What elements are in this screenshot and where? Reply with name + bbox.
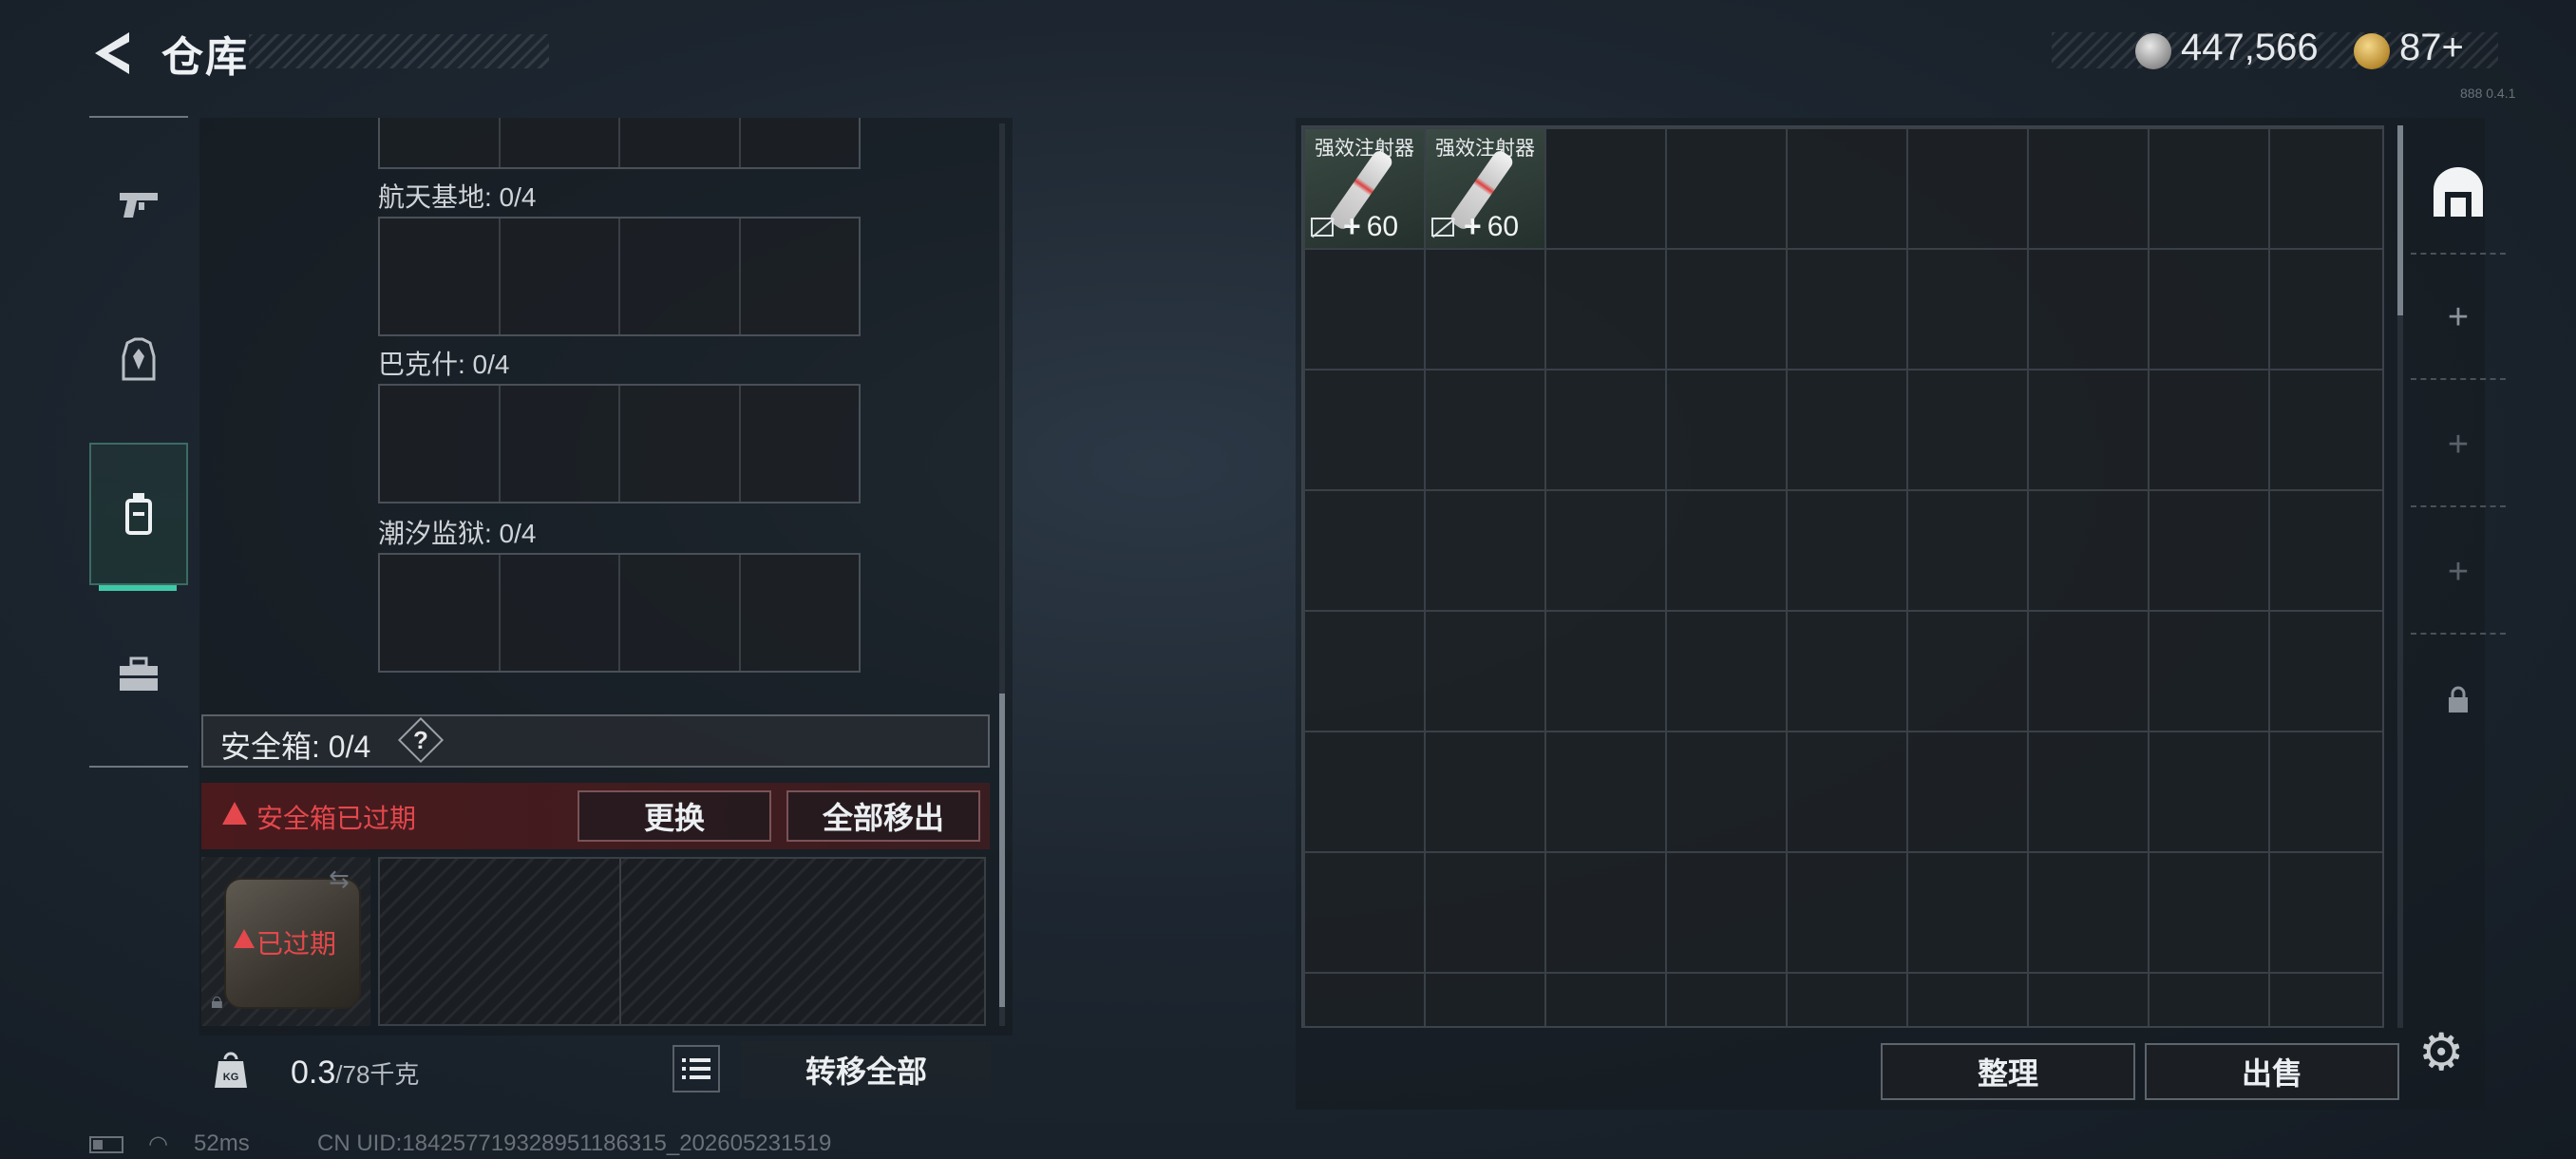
section-label-bakhsh: 巴克什: 0/4 — [378, 350, 510, 379]
safebox-grid[interactable] — [378, 857, 986, 1026]
nav-active-indicator — [99, 585, 177, 591]
inventory-item[interactable]: 强效注射器 + 60 — [1426, 129, 1544, 248]
heal-plus-icon: + — [1464, 209, 1482, 243]
warning-icon — [222, 802, 247, 825]
add-page-button[interactable]: + — [2411, 256, 2506, 380]
ping-text: 52ms — [194, 1130, 250, 1156]
armor-icon — [122, 337, 156, 381]
warehouse-tab[interactable] — [2411, 131, 2506, 255]
case-expired-text: 已过期 — [256, 929, 337, 959]
safebox-grid-divider — [619, 859, 621, 1024]
plus-icon: + — [2447, 296, 2470, 337]
back-button[interactable] — [87, 27, 141, 80]
replace-button[interactable]: 更换 — [578, 790, 771, 842]
svg-text:KG: KG — [223, 1072, 239, 1083]
silver-coin-icon — [2135, 33, 2171, 69]
no-container-icon — [1311, 217, 1334, 237]
weight-max: /78千克 — [335, 1060, 420, 1089]
list-icon — [682, 1058, 710, 1079]
locked-page-button[interactable] — [2411, 638, 2506, 762]
warehouse-icon — [2434, 167, 2483, 217]
title-decoration — [249, 34, 549, 68]
section-label-aerospace: 航天基地: 0/4 — [378, 182, 537, 212]
expired-warning-text: 安全箱已过期 — [256, 804, 417, 833]
uid-text: CN UID:184257719328951186315_20260523151… — [317, 1130, 832, 1156]
safebox-label: 安全箱: 0/4 — [220, 730, 371, 764]
item-value: 60 — [1366, 210, 1399, 242]
lock-icon: 🔒︎ — [211, 988, 223, 1014]
toolbox-icon — [120, 656, 158, 691]
transfer-all-button[interactable]: 转移全部 — [741, 1041, 992, 1098]
item-footer: + 60 — [1311, 209, 1398, 244]
back-arrow-icon — [95, 32, 129, 74]
add-page-button[interactable]: + — [2411, 511, 2506, 635]
storage-grid-prison[interactable] — [378, 553, 861, 673]
page-title: 仓库 — [161, 34, 249, 81]
weight-icon: KG — [203, 1039, 258, 1100]
inventory-item[interactable]: 强效注射器 + 60 — [1305, 129, 1424, 248]
nav-armor[interactable] — [89, 289, 188, 431]
storage-scrollbar-thumb[interactable] — [999, 694, 1005, 1007]
heal-plus-icon: + — [1343, 209, 1361, 243]
backpack-icon — [125, 493, 152, 535]
currency-secondary[interactable]: 87+ — [2399, 27, 2464, 69]
corner-tag: 888 0.4.1 — [2460, 86, 2516, 101]
gold-coin-icon — [2354, 33, 2390, 69]
gun-icon — [120, 193, 158, 218]
nav-backpack[interactable] — [89, 443, 188, 585]
storage-grid-partial — [378, 118, 861, 169]
wifi-icon: ◠ — [148, 1131, 168, 1157]
lock-icon — [2449, 686, 2468, 712]
storage-grid-aerospace[interactable] — [378, 217, 861, 336]
battery-level — [93, 1140, 103, 1150]
gear-icon[interactable]: ⚙ — [2418, 1022, 2464, 1082]
weight-current: 0.3 — [291, 1054, 336, 1091]
item-name: 强效注射器 — [1315, 138, 1414, 160]
sell-button[interactable]: 出售 — [2145, 1043, 2399, 1100]
list-view-button[interactable] — [672, 1045, 720, 1092]
plus-icon: + — [2447, 424, 2470, 465]
add-page-button[interactable]: + — [2411, 384, 2506, 507]
nav-toolbox[interactable] — [89, 602, 188, 745]
swap-icon[interactable]: ⇆ — [329, 864, 350, 894]
sort-button[interactable]: 整理 — [1881, 1043, 2135, 1100]
section-label-prison: 潮汐监狱: 0/4 — [378, 519, 537, 548]
plus-icon: + — [2447, 551, 2470, 592]
weight-readout: 0.3/78千克 — [291, 1054, 419, 1092]
currency-primary: 447,566 — [2181, 27, 2319, 68]
remove-all-button[interactable]: 全部移出 — [786, 790, 980, 842]
item-name: 强效注射器 — [1435, 138, 1535, 160]
inventory-grid[interactable]: 强效注射器 + 60 强效注射器 + 60 — [1301, 125, 2384, 1028]
storage-grid-bakhsh[interactable] — [378, 384, 861, 504]
item-value: 60 — [1487, 210, 1520, 242]
item-footer: + 60 — [1431, 209, 1519, 244]
help-mark[interactable]: ? — [405, 724, 437, 756]
no-container-icon — [1431, 217, 1454, 237]
nav-weapons[interactable] — [89, 133, 188, 276]
inventory-scrollbar-thumb[interactable] — [2397, 125, 2403, 315]
